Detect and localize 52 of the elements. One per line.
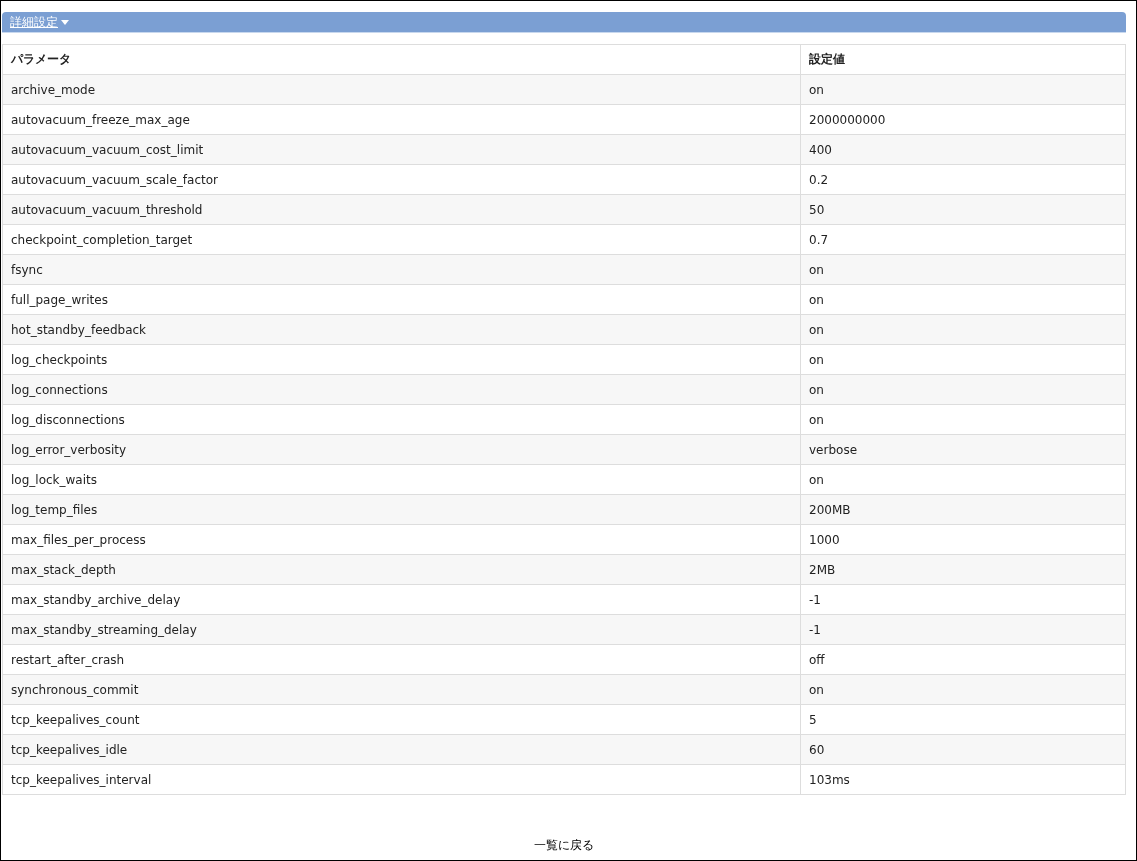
caret-down-icon [61,19,69,25]
table-cell: restart_after_crash [2,644,801,675]
table-cell: max_files_per_process [2,524,801,555]
table-cell: on [800,74,1126,105]
table-cell: log_lock_waits [2,464,801,495]
table-cell: on [800,254,1126,285]
table-cell: tcp_keepalives_idle [2,734,801,765]
table-cell: max_standby_archive_delay [2,584,801,615]
table-cell: verbose [800,434,1126,465]
table-cell: autovacuum_freeze_max_age [2,104,801,135]
table-cell: hot_standby_feedback [2,314,801,345]
table-cell: max_standby_streaming_delay [2,614,801,645]
table-cell: on [800,374,1126,405]
back-to-list-link[interactable]: 一覧に戻る [534,837,594,854]
table-cell: 60 [800,734,1126,765]
table-cell: 103ms [800,764,1126,795]
table-cell: autovacuum_vacuum_threshold [2,194,801,225]
table-cell: synchronous_commit [2,674,801,705]
column-header: 設定値 [800,44,1126,75]
table-cell: fsync [2,254,801,285]
table-cell: on [800,464,1126,495]
table-cell: autovacuum_vacuum_cost_limit [2,134,801,165]
table-cell: on [800,674,1126,705]
table-cell: tcp_keepalives_count [2,704,801,735]
table-cell: 200MB [800,494,1126,525]
table-cell: log_disconnections [2,404,801,435]
table-cell: archive_mode [2,74,801,105]
table-cell: -1 [800,584,1126,615]
table-cell: log_connections [2,374,801,405]
table-cell: checkpoint_completion_target [2,224,801,255]
table-cell: 400 [800,134,1126,165]
table-cell: 50 [800,194,1126,225]
table-cell: 0.2 [800,164,1126,195]
table-cell: log_error_verbosity [2,434,801,465]
table-cell: on [800,314,1126,345]
column-header: パラメータ [2,44,801,75]
table-cell: on [800,344,1126,375]
table-cell: 2000000000 [800,104,1126,135]
table-cell: 2MB [800,554,1126,585]
table-cell: log_temp_files [2,494,801,525]
table-cell: 1000 [800,524,1126,555]
table-cell: full_page_writes [2,284,801,315]
table-cell: on [800,404,1126,435]
table-cell: 5 [800,704,1126,735]
table-cell: tcp_keepalives_interval [2,764,801,795]
table-cell: on [800,284,1126,315]
table-cell: -1 [800,614,1126,645]
table-cell: 0.7 [800,224,1126,255]
table-cell: log_checkpoints [2,344,801,375]
table-cell: max_stack_depth [2,554,801,585]
table-cell: autovacuum_vacuum_scale_factor [2,164,801,195]
table-cell: off [800,644,1126,675]
